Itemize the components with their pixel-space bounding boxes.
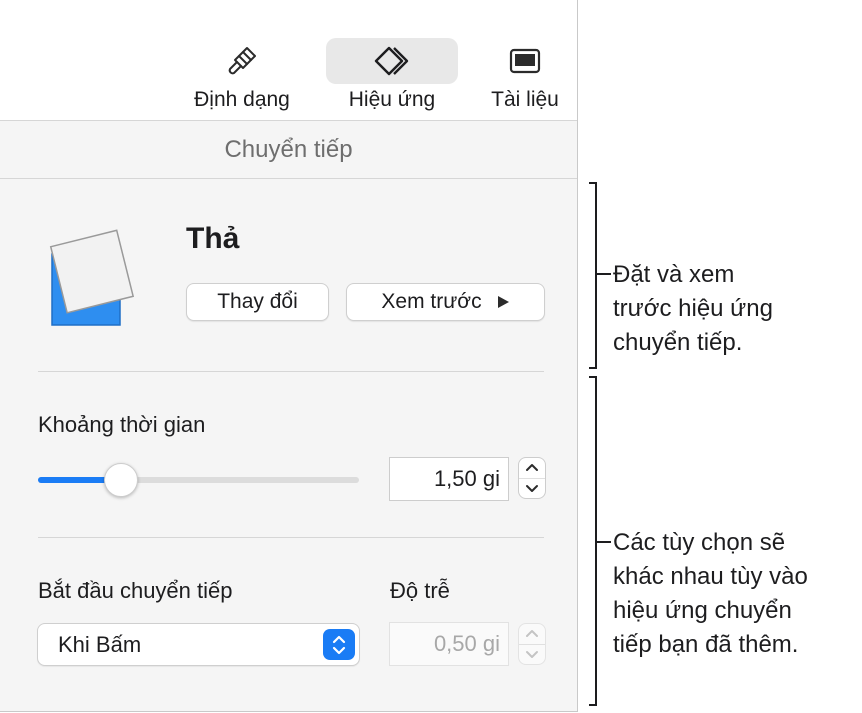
duration-field[interactable]: 1,50 gi — [389, 457, 509, 501]
callout-leader — [597, 273, 611, 275]
document-panel-icon — [470, 38, 580, 84]
callout-bracket — [589, 182, 597, 369]
change-button[interactable]: Thay đổi — [186, 283, 329, 321]
change-button-label: Thay đổi — [217, 290, 298, 313]
section-title: Chuyển tiếp — [0, 121, 577, 179]
preview-button-label: Xem trước — [381, 290, 482, 313]
chevron-updown-icon — [323, 629, 355, 660]
tab-animate[interactable]: Hiệu ứng — [326, 38, 458, 116]
callout-line: trước hiệu ứng — [613, 295, 773, 322]
duration-slider-track[interactable] — [38, 477, 359, 483]
start-transition-label: Bắt đầu chuyển tiếp — [38, 578, 233, 603]
tab-animate-label: Hiệu ứng — [348, 88, 436, 111]
duration-stepper[interactable] — [518, 457, 546, 499]
preview-button[interactable]: Xem trước — [346, 283, 545, 321]
play-icon — [497, 296, 509, 308]
callout-line: Các tùy chọn sẽ — [613, 529, 786, 556]
duration-slider-thumb[interactable] — [104, 463, 139, 497]
transition-thumbnail — [49, 229, 135, 326]
delay-stepper[interactable] — [518, 623, 546, 665]
callout-options: Các tùy chọn sẽ khác nhau tùy vào hiệu ứ… — [613, 526, 808, 662]
stepper-up-icon[interactable] — [519, 458, 545, 479]
paintbrush-icon — [176, 38, 308, 84]
duration-label: Khoảng thời gian — [38, 412, 206, 437]
tab-format-label: Định dạng — [194, 88, 290, 111]
tab-document-label: Tài liệu — [491, 88, 559, 111]
callout-line: Đặt và xem — [613, 261, 735, 288]
callout-bracket — [589, 376, 597, 706]
start-transition-select[interactable]: Khi Bấm — [37, 623, 360, 666]
inspector-toolbar: Định dạng Hiệu ứng Tài liệu — [0, 0, 577, 121]
callout-leader — [597, 541, 611, 543]
delay-label: Độ trễ — [390, 578, 450, 603]
transition-name: Thả — [186, 222, 240, 255]
start-transition-value: Khi Bấm — [58, 632, 142, 657]
stepper-down-icon[interactable] — [519, 645, 545, 665]
callout-line: tiếp bạn đã thêm. — [613, 631, 799, 658]
stepper-down-icon[interactable] — [519, 479, 545, 499]
divider — [38, 371, 544, 372]
callout-line: hiệu ứng chuyển — [613, 597, 792, 624]
stepper-up-icon[interactable] — [519, 624, 545, 645]
callout-line: chuyển tiếp. — [613, 329, 743, 356]
divider — [38, 537, 544, 538]
inspector-panel: Định dạng Hiệu ứng Tài liệu Chuyển tiếp — [0, 0, 578, 712]
diamond-animate-icon — [326, 38, 458, 84]
tab-document[interactable]: Tài liệu — [470, 38, 580, 116]
delay-field[interactable]: 0,50 gi — [389, 622, 509, 666]
callout-set-preview: Đặt và xem trước hiệu ứng chuyển tiếp. — [613, 258, 773, 360]
callout-line: khác nhau tùy vào — [613, 563, 808, 590]
tab-format[interactable]: Định dạng — [176, 38, 308, 116]
